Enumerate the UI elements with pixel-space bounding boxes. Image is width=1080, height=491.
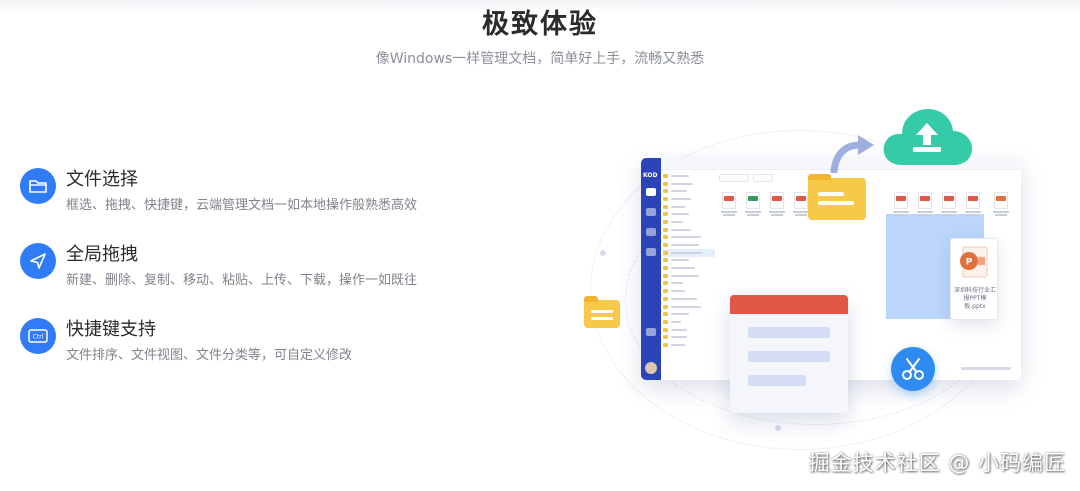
pdf-file-icon — [963, 192, 983, 216]
file-manager-illustration: KOD P 深圳科技行业汇报PPT模板.pptx — [575, 95, 1035, 450]
section-title: 极致体验 — [482, 9, 598, 40]
feature-file-selection: 文件选择 框选、拖拽、快捷键，云端管理文档一如本地操作般熟悉高效 — [20, 165, 480, 221]
feature-global-drag: 全局拖拽 新建、删除、复制、移动、粘贴、上传、下载，操作一如既往 — [20, 240, 480, 296]
pdf-file-icon — [719, 192, 739, 216]
decorative-dot — [775, 425, 781, 431]
sidebar-nav-item — [646, 208, 656, 216]
ppt-file-icon — [991, 192, 1011, 216]
app-sidebar: KOD — [641, 158, 661, 380]
ppt-file-name: 深圳科技行业汇报PPT模板.pptx — [954, 287, 997, 310]
feature-shortcuts: Ctrl 快捷键支持 文件排序、文件视图、文件分类等，可自定义修改 — [20, 315, 480, 371]
decorative-dot — [600, 250, 606, 256]
pdf-file-icon — [915, 192, 935, 216]
sidebar-nav-item — [646, 228, 656, 236]
section-subtitle: 像Windows一样管理文档，简单好上手，流畅又熟悉 — [375, 51, 705, 67]
cursor-arrow-icon — [20, 243, 56, 279]
folder-tree — [663, 172, 715, 372]
feature-description: 框选、拖拽、快捷键，云端管理文档一如本地操作般熟悉高效 — [66, 198, 418, 213]
app-logo: KOD — [643, 172, 658, 179]
scissors-cut-icon — [891, 347, 935, 391]
status-bar — [961, 367, 1011, 370]
feature-description: 新建、删除、复制、移动、粘贴、上传、下载，操作一如既往 — [66, 273, 418, 288]
dragged-document-card — [730, 295, 848, 413]
sidebar-nav-item — [646, 248, 656, 256]
avatar — [645, 362, 657, 374]
cloud-upload-icon — [883, 109, 973, 165]
feature-description: 文件排序、文件视图、文件分类等，可自定义修改 — [66, 348, 353, 363]
curved-arrow-icon — [830, 135, 874, 173]
ppt-file-icon: P — [960, 246, 988, 278]
sidebar-nav-item — [646, 328, 656, 336]
feature-title: 快捷键支持 — [66, 319, 156, 340]
svg-text:Ctrl: Ctrl — [33, 334, 44, 341]
svg-text:P: P — [966, 258, 973, 268]
excel-file-icon — [743, 192, 763, 216]
toolbar-button — [753, 174, 773, 182]
dragged-folder-icon — [808, 174, 866, 220]
folder-icon — [20, 168, 56, 204]
feature-title: 全局拖拽 — [66, 244, 138, 265]
small-folder-icon — [584, 296, 620, 328]
toolbar-button — [719, 174, 749, 182]
watermark: 掘金技术社区 @ 小码编匠 — [808, 451, 1066, 475]
feature-title: 文件选择 — [66, 169, 138, 190]
pdf-file-icon — [939, 192, 959, 216]
keyboard-ctrl-icon: Ctrl — [20, 318, 56, 354]
sidebar-nav-files — [646, 188, 656, 196]
ppt-file-card: P 深圳科技行业汇报PPT模板.pptx — [950, 238, 998, 320]
pdf-file-icon — [891, 192, 911, 216]
pdf-file-icon — [767, 192, 787, 216]
